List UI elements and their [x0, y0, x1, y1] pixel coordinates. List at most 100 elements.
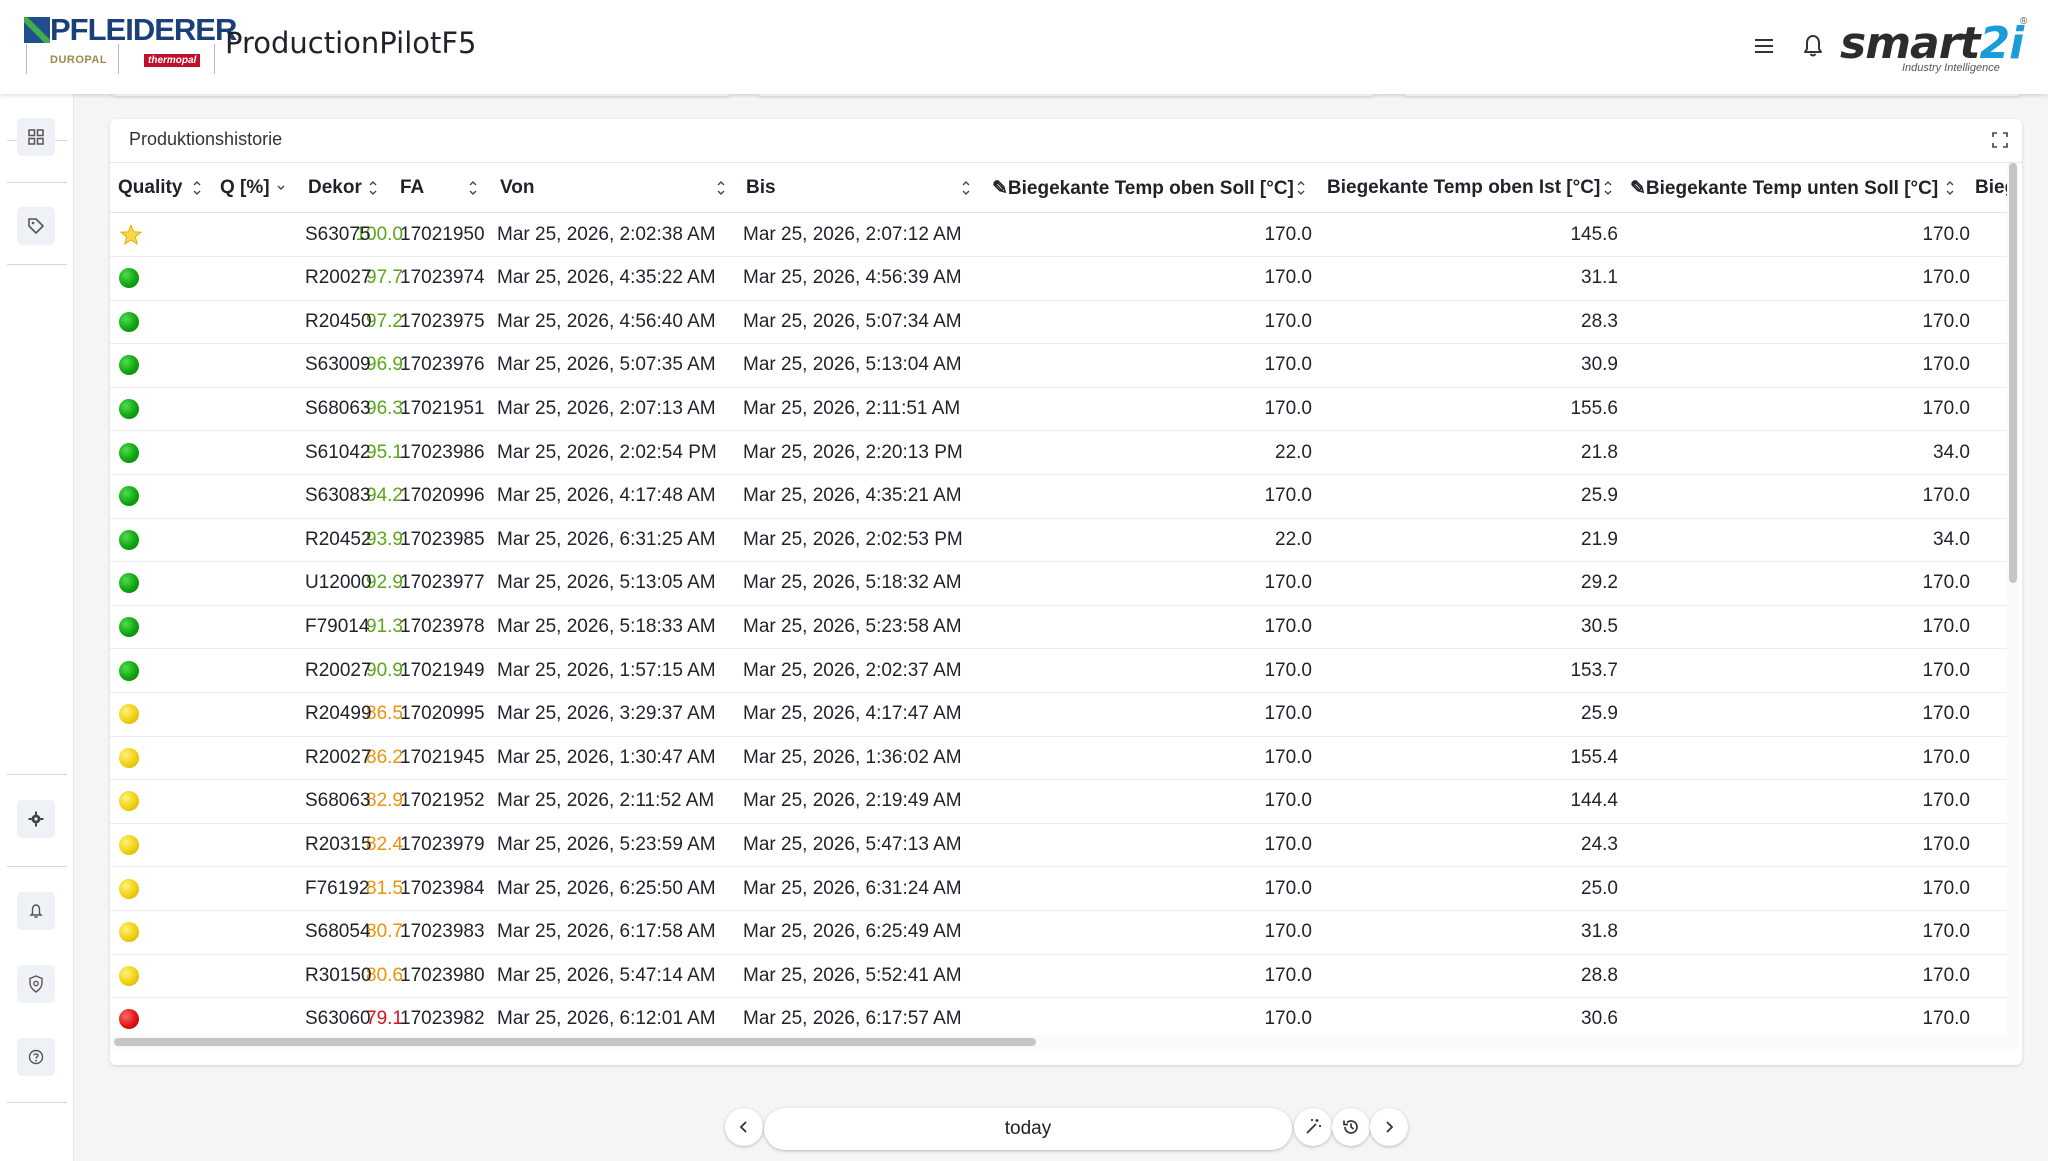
date-selector[interactable]: today [764, 1108, 1292, 1150]
magic-wand-button[interactable] [1294, 1108, 1332, 1146]
table-row[interactable]: 86.2 R20027 17021945 Mar 25, 2026, 1:30:47 … [110, 736, 2007, 781]
table-row[interactable]: 82.9 S68063 17021952 Mar 25, 2026, 2:11:52 … [110, 780, 2007, 824]
table-row[interactable]: 90.9 R20027 17021949 Mar 25, 2026, 1:57:15 … [110, 649, 2007, 693]
sidebar-item-alarms[interactable] [17, 892, 55, 930]
table-row[interactable]: 97.2 R20450 17023975 Mar 25, 2026, 4:56:40 … [110, 300, 2007, 345]
fa-cell: 17023976 [400, 354, 485, 376]
q-percent-header[interactable]: Q [%] [220, 163, 270, 213]
unten-soll-header[interactable]: ✎Biegekante Temp unten Soll [°C] [1630, 163, 1938, 213]
status-dot-icon [119, 398, 139, 419]
sidebar-item-tags[interactable] [17, 207, 55, 245]
quality-header[interactable]: Quality [118, 163, 182, 213]
table-row[interactable]: 100.0 S63075 17021950 Mar 25, 2026, 2:02:38… [110, 213, 2007, 257]
app-header: PFLEIDERER DUROPAL thermopal ProductionP… [0, 0, 2048, 94]
dekor-cell: S61042 [305, 441, 371, 463]
bieg-header[interactable]: Bieg [1975, 163, 2007, 213]
von-header[interactable]: Von [500, 163, 534, 213]
fa-cell: 17023983 [400, 921, 485, 943]
quality-indicator [119, 562, 149, 605]
oben-ist-cell: 21.9 [1581, 528, 1618, 550]
sort-icon[interactable] [1945, 179, 1955, 197]
oben-ist-cell: 25.9 [1581, 703, 1618, 725]
horizontal-scrollbar[interactable] [114, 1038, 1036, 1046]
vertical-scrollbar[interactable] [2009, 163, 2017, 583]
oben-soll-cell: 170.0 [1264, 703, 1312, 725]
table-row[interactable]: 94.2 S63083 17020996 Mar 25, 2026, 4:17:48 … [110, 475, 2007, 519]
date-label: today [1004, 1118, 1052, 1139]
table-row[interactable]: 91.3 F79014 17023978 Mar 25, 2026, 5:18:33 … [110, 605, 2007, 650]
sort-icon[interactable] [192, 179, 202, 197]
unten-soll-cell: 170.0 [1922, 310, 1970, 332]
fa-cell: 17023978 [400, 615, 485, 637]
status-dot-icon [119, 747, 139, 768]
previous-day-button[interactable] [725, 1108, 763, 1146]
oben-ist-cell: 25.0 [1581, 877, 1618, 899]
table-row[interactable]: 97.7 R20027 17023974 Mar 25, 2026, 4:35:22 … [110, 257, 2007, 301]
chevron-left-icon [739, 1121, 747, 1133]
table-row[interactable]: 95.1 S61042 17023986 Mar 25, 2026, 2:02:54 … [110, 431, 2007, 475]
next-day-button[interactable] [1370, 1108, 1408, 1146]
fa-cell: 17023975 [400, 310, 485, 332]
hamburger-icon [1755, 39, 1773, 41]
sort-icon[interactable] [716, 179, 726, 197]
column-header-label: Bis [746, 177, 776, 198]
status-dot-icon [119, 704, 139, 725]
sort-icon[interactable] [961, 179, 971, 197]
oben-ist-cell: 28.3 [1581, 310, 1618, 332]
sort-icon[interactable] [1296, 179, 1306, 197]
status-dot-icon [119, 791, 139, 812]
table-row[interactable]: 80.6 R30150 17023980 Mar 25, 2026, 5:47:14 … [110, 954, 2007, 999]
oben-ist-cell: 155.4 [1570, 746, 1618, 768]
sort-icon[interactable] [1603, 179, 1613, 197]
table-row[interactable]: 82.4 R20315 17023979 Mar 25, 2026, 5:23:59 … [110, 823, 2007, 868]
fa-header[interactable]: FA [400, 163, 424, 213]
status-dot-icon [119, 442, 139, 463]
oben-ist-header[interactable]: Biegekante Temp oben Ist [°C] [1327, 163, 1600, 213]
dekor-header[interactable]: Dekor [308, 163, 362, 213]
sidebar-item-help[interactable] [17, 1038, 55, 1076]
unten-soll-cell: 170.0 [1922, 964, 1970, 986]
shield-icon [29, 975, 43, 993]
oben-ist-cell: 21.8 [1581, 441, 1618, 463]
dekor-cell: R20027 [305, 746, 372, 768]
sidebar-item-security[interactable] [17, 965, 55, 1003]
oben-soll-cell: 170.0 [1264, 310, 1312, 332]
history-button[interactable] [1332, 1108, 1370, 1146]
logo-divider [26, 44, 27, 74]
pfleiderer-logo: PFLEIDERER DUROPAL thermopal [24, 12, 237, 74]
status-dot-icon [119, 355, 139, 376]
status-dot-icon [119, 834, 139, 855]
unten-soll-cell: 170.0 [1922, 354, 1970, 376]
sidebar-item-settings[interactable] [17, 800, 55, 838]
table-row[interactable]: 80.7 S68054 17023983 Mar 25, 2026, 6:17:58 … [110, 911, 2007, 955]
sort-descending-icon[interactable] [276, 179, 286, 197]
dekor-cell: R20452 [305, 528, 372, 550]
oben-soll-cell: 170.0 [1264, 223, 1312, 245]
dekor-cell: F79014 [305, 615, 370, 637]
bis-header[interactable]: Bis [746, 163, 776, 213]
oben-ist-cell: 29.2 [1581, 572, 1618, 594]
fullscreen-button[interactable] [1991, 131, 2009, 149]
dekor-cell: U12000 [305, 572, 372, 594]
oben-soll-header[interactable]: ✎Biegekante Temp oben Soll [°C] [992, 163, 1294, 213]
notifications-button[interactable] [1800, 32, 1826, 60]
menu-button[interactable] [1752, 34, 1776, 58]
table-row[interactable]: 96.9 S63009 17023976 Mar 25, 2026, 5:07:35 … [110, 344, 2007, 388]
star-icon [119, 223, 143, 245]
oben-soll-cell: 170.0 [1264, 615, 1312, 637]
status-dot-icon [119, 922, 139, 943]
quality-indicator [119, 431, 149, 474]
smart2i-logo: smart2i Industry Intelligence ® [1840, 16, 2027, 78]
dekor-cell: S68063 [305, 790, 371, 812]
sort-icon[interactable] [468, 179, 478, 197]
sort-icon[interactable] [368, 179, 378, 197]
sidebar-item-dashboard[interactable] [17, 118, 55, 156]
table-row[interactable]: 86.5 R20499 17020995 Mar 25, 2026, 3:29:37 … [110, 693, 2007, 737]
table-row[interactable]: 92.9 U12000 17023977 Mar 25, 2026, 5:13:05 … [110, 562, 2007, 606]
production-history-table: Quality Q [%] Dekor FA Von Bis ✎Biegekante Tem… [110, 163, 2007, 1049]
table-row[interactable]: 93.9 R20452 17023985 Mar 25, 2026, 6:31:25 … [110, 518, 2007, 563]
status-dot-icon [119, 311, 139, 332]
table-row[interactable]: 96.3 S68063 17021951 Mar 25, 2026, 2:07:13 … [110, 387, 2007, 432]
column-header-label: Quality [118, 177, 183, 198]
table-row[interactable]: 81.5 F76192 17023984 Mar 25, 2026, 6:25:50 … [110, 867, 2007, 911]
